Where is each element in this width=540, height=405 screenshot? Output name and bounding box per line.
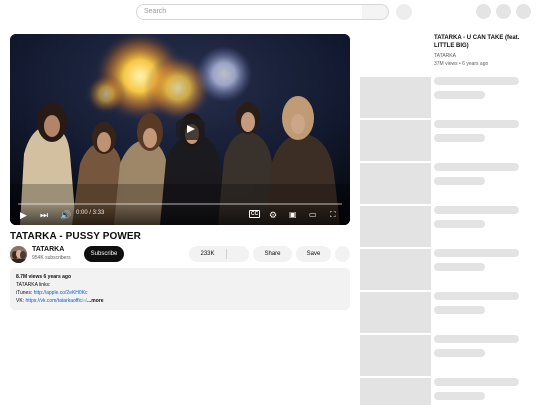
- show-more-button[interactable]: ...more: [87, 298, 103, 304]
- recommended-title[interactable]: TATARKA - U CAN TAKE (feat. LITTLE BIG): [434, 34, 524, 50]
- more-actions-icon[interactable]: [335, 246, 350, 262]
- skeleton-title-line: [434, 163, 519, 171]
- notifications-icon[interactable]: [496, 4, 511, 19]
- skeleton-meta-line: [434, 134, 485, 142]
- description-box[interactable]: 8.7M views 6 years ago TATARKA links: iT…: [10, 268, 350, 310]
- progress-bar[interactable]: [18, 203, 342, 205]
- skeleton-thumbnail: [360, 163, 431, 204]
- description-vk-line: VK: https://vk.com/tatarkaofficial...mor…: [16, 297, 344, 305]
- like-dislike-group: 233K: [189, 246, 249, 262]
- skeleton-meta-line: [434, 263, 485, 271]
- channel-avatar[interactable]: [10, 246, 27, 263]
- recommended-channel[interactable]: TATARKA: [434, 53, 456, 59]
- itunes-link[interactable]: http://apple.co/2eKH0Kc: [34, 290, 88, 296]
- skeleton-title-line: [434, 206, 519, 214]
- search-input[interactable]: Search: [136, 4, 363, 20]
- skeleton-meta-line: [434, 177, 485, 185]
- video-title: TATARKA - PUSSY POWER: [10, 231, 141, 242]
- next-icon[interactable]: ⏭: [40, 210, 48, 220]
- like-divider: [226, 249, 227, 259]
- voice-search-icon[interactable]: [396, 4, 412, 20]
- video-player[interactable]: ▶ ⏭ 🔊 0:00 / 3:33 CC ⚙ ▣ ▭ ⛶: [10, 34, 350, 225]
- create-icon[interactable]: [476, 4, 491, 19]
- skeleton-title-line: [434, 120, 519, 128]
- skeleton-title-line: [434, 292, 519, 300]
- play-overlay-button[interactable]: [176, 119, 205, 140]
- vk-link[interactable]: https://vk.com/tatarkaoffic: [25, 298, 82, 304]
- play-icon[interactable]: ▶: [20, 210, 27, 220]
- time-display: 0:00 / 3:33: [76, 210, 105, 216]
- skeleton-thumbnail: [360, 335, 431, 376]
- settings-icon[interactable]: ⚙: [269, 210, 277, 220]
- skeleton-title-line: [434, 249, 519, 257]
- skeleton-thumbnail: [360, 120, 431, 161]
- subscriber-count: 954K subscribers: [32, 255, 71, 261]
- skeleton-title-line: [434, 77, 519, 85]
- skeleton-meta-line: [434, 220, 485, 228]
- skeleton-meta-line: [434, 349, 485, 357]
- skeleton-thumbnail: [360, 77, 431, 118]
- skeleton-thumbnail: [360, 292, 431, 333]
- skeleton-thumbnail: [360, 206, 431, 247]
- recommended-meta: 37M views • 6 years ago: [434, 61, 489, 67]
- subscribe-button[interactable]: Subscribe: [84, 246, 124, 262]
- avatar[interactable]: [516, 4, 531, 19]
- like-button[interactable]: 233K: [189, 246, 226, 262]
- skeleton-thumbnail: [360, 378, 431, 405]
- miniplayer-icon[interactable]: ▣: [289, 210, 297, 220]
- captions-icon[interactable]: CC: [249, 210, 261, 218]
- channel-avatar-image: [10, 246, 27, 263]
- itunes-label: iTunes:: [16, 290, 34, 296]
- skeleton-meta-line: [434, 392, 485, 400]
- channel-name[interactable]: TATARKA: [32, 246, 64, 253]
- share-button[interactable]: Share: [253, 246, 292, 262]
- skeleton-meta-line: [434, 306, 485, 314]
- skeleton-meta-line: [434, 91, 485, 99]
- top-bar: Search: [0, 0, 540, 24]
- save-button[interactable]: Save: [296, 246, 331, 262]
- skeleton-thumbnail: [360, 249, 431, 290]
- player-controls: ▶ ⏭ 🔊 0:00 / 3:33 CC ⚙ ▣ ▭ ⛶: [10, 203, 350, 225]
- search-button[interactable]: [362, 4, 389, 20]
- view-count-date: 8.7M views 6 years ago: [16, 274, 72, 280]
- description-itunes-line: iTunes: http://apple.co/2eKH0Kc: [16, 289, 344, 297]
- volume-icon[interactable]: 🔊: [60, 210, 71, 220]
- fullscreen-icon[interactable]: ⛶: [330, 210, 336, 220]
- skeleton-title-line: [434, 335, 519, 343]
- description-line: TATARKA links:: [16, 282, 51, 288]
- theater-mode-icon[interactable]: ▭: [309, 210, 317, 220]
- skeleton-title-line: [434, 378, 519, 386]
